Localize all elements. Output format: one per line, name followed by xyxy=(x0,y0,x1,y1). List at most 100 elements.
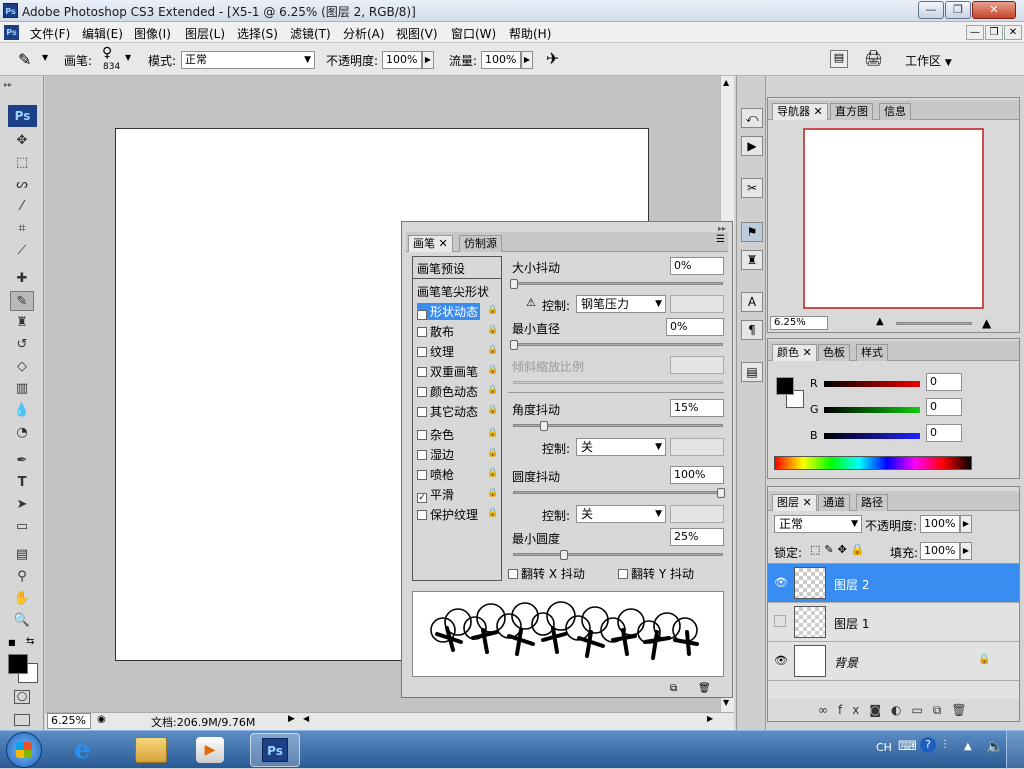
delete-preset-icon[interactable]: 🗑 xyxy=(698,683,711,694)
flip-y-checkbox[interactable]: 翻转 Y 抖动 xyxy=(618,565,694,582)
flip-x-checkbox[interactable]: 翻转 X 抖动 xyxy=(508,565,585,582)
min-diameter-knob[interactable] xyxy=(510,340,518,350)
shape-tool-icon[interactable]: ▭ xyxy=(10,517,34,537)
scroll-right-icon[interactable]: ▶ xyxy=(707,714,713,723)
bridge-icon[interactable]: 🖨 xyxy=(864,49,883,67)
doc-close-button[interactable]: ✕ xyxy=(1004,25,1022,40)
menu-select[interactable]: 选择(S) xyxy=(237,25,278,42)
fg-color-swatch[interactable] xyxy=(776,377,794,395)
layer-comps-panel-icon[interactable]: ▤ xyxy=(741,362,763,382)
tab-histogram[interactable]: 直方图 xyxy=(830,103,873,120)
option-shape-dynamics[interactable]: ✓ 形状动态 xyxy=(417,303,481,320)
zoom-field[interactable]: 6.25% xyxy=(47,713,91,729)
start-button[interactable] xyxy=(6,732,42,768)
option-wet-edges[interactable]: 湿边 xyxy=(417,446,454,463)
type-tool-icon[interactable]: T xyxy=(10,473,34,493)
palette-well-icon[interactable]: ▤ xyxy=(830,50,848,68)
notes-tool-icon[interactable]: ▤ xyxy=(10,545,34,565)
healing-brush-tool-icon[interactable]: ✚ xyxy=(10,269,34,289)
default-colors-icon[interactable]: ■ xyxy=(8,638,16,647)
color-ramp[interactable] xyxy=(774,456,972,470)
navigator-preview[interactable] xyxy=(803,128,984,309)
angle-jitter-knob[interactable] xyxy=(540,421,548,431)
opacity-input[interactable]: 100% xyxy=(382,51,422,69)
delete-layer-icon[interactable]: 🗑 xyxy=(951,703,976,717)
tool-presets-panel-icon[interactable]: ✂ xyxy=(741,178,763,198)
new-group-icon[interactable]: ▭ xyxy=(911,703,932,717)
menu-view[interactable]: 视图(V) xyxy=(396,25,438,42)
panel-menu-icon[interactable]: ☰ xyxy=(716,234,725,245)
size-jitter-input[interactable]: 0% xyxy=(670,257,724,275)
crop-tool-icon[interactable]: ⌗ xyxy=(10,219,34,239)
screen-mode-icon[interactable] xyxy=(14,714,30,726)
status-menu-arrow-icon[interactable]: ▶ xyxy=(288,714,295,724)
option-noise[interactable]: 杂色 xyxy=(417,426,454,443)
option-scattering[interactable]: 散布 xyxy=(417,323,454,340)
minimize-button[interactable]: — xyxy=(918,1,944,19)
min-roundness-slider[interactable] xyxy=(513,553,723,556)
brush-tip-shape-item[interactable]: 画笔笔尖形状 xyxy=(417,283,489,300)
close-button[interactable]: ✕ xyxy=(972,1,1016,19)
flow-input[interactable]: 100% xyxy=(481,51,521,69)
collapse-arrows-icon[interactable]: ▸▸ xyxy=(4,80,12,89)
quick-mask-icon[interactable]: ◯ xyxy=(14,690,30,704)
min-diameter-slider[interactable] xyxy=(513,343,723,346)
brush-picker-arrow-icon[interactable]: ▼ xyxy=(125,53,131,62)
layer-row-layer2[interactable]: 👁 图层 2 xyxy=(768,564,1019,603)
clone-source-panel-icon[interactable]: ♜ xyxy=(741,250,763,270)
roundness-jitter-input[interactable]: 100% xyxy=(670,466,724,484)
option-protect-texture[interactable]: 保护纹理 xyxy=(417,506,478,523)
lasso-tool-icon[interactable]: ᔕ xyxy=(10,175,34,195)
maximize-button[interactable]: ❐ xyxy=(945,1,971,19)
zoom-tool-icon[interactable]: 🔍 xyxy=(10,611,34,631)
adjustment-layer-icon[interactable]: ◐ xyxy=(891,703,911,717)
scroll-up-icon[interactable]: ▲ xyxy=(723,78,729,87)
option-color-dynamics[interactable]: 颜色动态 xyxy=(417,383,478,400)
actions-panel-icon[interactable]: ▶ xyxy=(741,136,763,156)
zoom-in-icon[interactable]: ▲ xyxy=(982,316,991,330)
ie-icon[interactable]: e xyxy=(74,735,91,765)
eye-icon[interactable]: 👁 xyxy=(774,654,788,667)
tab-navigator[interactable]: 导航器 ✕ xyxy=(772,103,828,120)
navigator-zoom-field[interactable]: 6.25% xyxy=(770,316,828,330)
menu-window[interactable]: 窗口(W) xyxy=(451,25,496,42)
history-brush-tool-icon[interactable]: ↺ xyxy=(10,335,34,355)
angle-control-select[interactable]: 关 ▼ xyxy=(576,438,666,456)
b-input[interactable]: 0 xyxy=(926,424,962,442)
eye-icon[interactable]: 👁 xyxy=(774,576,788,589)
option-dual-brush[interactable]: 双重画笔 xyxy=(417,363,478,380)
doc-restore-button[interactable]: ❐ xyxy=(985,25,1003,40)
blur-tool-icon[interactable]: 💧 xyxy=(10,401,34,421)
dodge-tool-icon[interactable]: ◔ xyxy=(10,423,34,443)
option-texture[interactable]: 纹理 xyxy=(417,343,454,360)
roundness-control-select[interactable]: 关 ▼ xyxy=(576,505,666,523)
doc-minimize-button[interactable]: — xyxy=(966,25,984,40)
menu-help[interactable]: 帮助(H) xyxy=(509,25,551,42)
show-desktop-button[interactable] xyxy=(1006,731,1024,769)
roundness-jitter-slider[interactable] xyxy=(513,491,723,494)
size-control-select[interactable]: 钢笔压力 ▼ xyxy=(576,295,666,313)
marquee-tool-icon[interactable]: ⬚ xyxy=(10,153,34,173)
option-other-dynamics[interactable]: 其它动态 xyxy=(417,403,478,420)
brush-tool-icon[interactable]: ✎ xyxy=(10,291,34,311)
ps-logo[interactable]: Ps xyxy=(8,105,37,127)
tab-info[interactable]: 信息 xyxy=(879,103,911,120)
opacity-spin-button[interactable]: ▶ xyxy=(422,51,434,69)
scroll-down-icon[interactable]: ▼ xyxy=(723,698,729,707)
document-ps-icon[interactable]: Ps xyxy=(4,25,19,40)
visibility-toggle[interactable] xyxy=(774,615,786,627)
add-mask-icon[interactable]: ◙ xyxy=(869,703,891,717)
fill-spin[interactable]: ▶ xyxy=(960,542,972,560)
link-layers-icon[interactable]: ∞ xyxy=(818,703,838,717)
brushes-panel-icon[interactable]: ⚑ xyxy=(741,222,763,242)
new-layer-icon[interactable]: ⧉ xyxy=(933,703,952,717)
hand-tool-icon[interactable]: ✋ xyxy=(10,589,34,609)
option-airbrush[interactable]: 喷枪 xyxy=(417,466,454,483)
navigator-zoom-slider[interactable] xyxy=(896,322,972,325)
option-smoothing[interactable]: ✓ 平滑 xyxy=(417,486,454,503)
size-jitter-knob[interactable] xyxy=(510,279,518,289)
min-diameter-input[interactable]: 0% xyxy=(666,318,724,336)
foreground-color-swatch[interactable] xyxy=(8,654,28,674)
status-info-icon[interactable]: ◉ xyxy=(97,714,106,725)
r-slider[interactable] xyxy=(824,381,920,387)
